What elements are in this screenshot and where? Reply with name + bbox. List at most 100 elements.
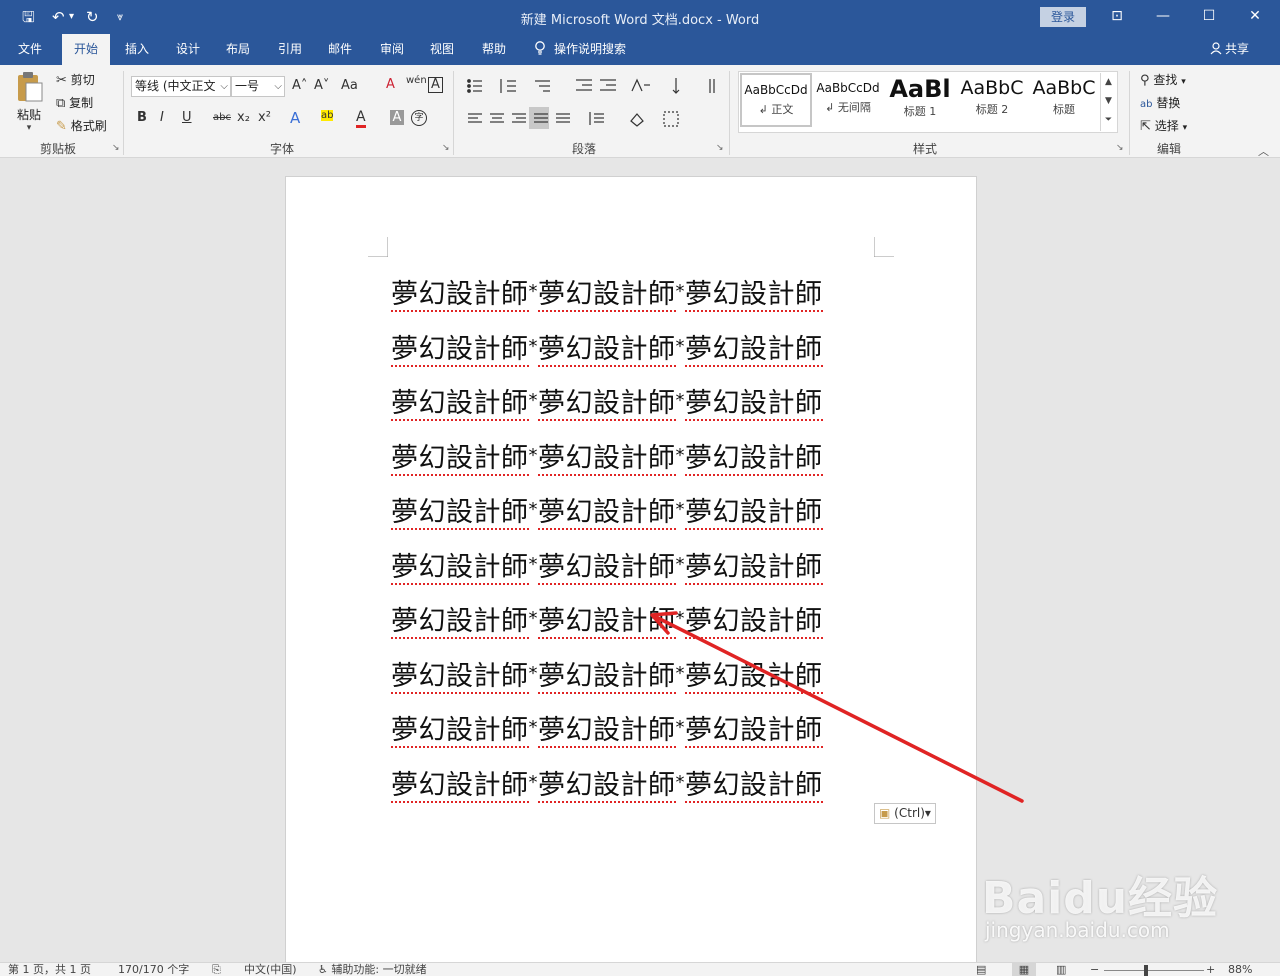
tab-references[interactable]: 引用 xyxy=(268,34,312,65)
select-button[interactable]: ⇱ 选择 ▾ xyxy=(1140,117,1187,134)
enclose-characters-icon[interactable]: 字 xyxy=(411,110,427,126)
close-icon[interactable]: ✕ xyxy=(1240,5,1270,27)
paragraph-controls[interactable] xyxy=(462,75,722,135)
replace-button[interactable]: ab 替换 xyxy=(1140,94,1180,111)
subscript-icon[interactable]: x₂ xyxy=(237,110,250,125)
ribbon-display-options-icon[interactable]: ⊡ xyxy=(1102,5,1132,27)
style-title[interactable]: AaBbC 标题 xyxy=(1028,73,1100,127)
print-layout-icon[interactable]: ▦ xyxy=(1012,963,1036,976)
clipboard-launcher-icon[interactable]: ↘ xyxy=(112,143,120,153)
tab-review[interactable]: 审阅 xyxy=(370,34,414,65)
styles-launcher-icon[interactable]: ↘ xyxy=(1116,143,1124,153)
cut-label: 剪切 xyxy=(70,73,95,87)
font-launcher-icon[interactable]: ↘ xyxy=(442,143,450,153)
font-size-select[interactable]: 一号 ⌵ xyxy=(231,76,285,97)
tab-mailings[interactable]: 邮件 xyxy=(318,34,362,65)
collapse-ribbon-icon[interactable]: ︿ xyxy=(1258,143,1269,159)
zoom-in-icon[interactable]: + xyxy=(1206,963,1215,976)
misspelled-word: 夢幻設計師 xyxy=(538,333,676,367)
font-group-label: 字体 xyxy=(269,142,294,156)
asterisk-separator: * xyxy=(528,281,538,302)
paragraph-group-label: 段落 xyxy=(571,142,596,156)
tab-layout[interactable]: 布局 xyxy=(216,34,260,65)
change-case-icon[interactable]: Aa xyxy=(341,78,358,93)
language-indicator[interactable]: 中文(中国) xyxy=(244,963,297,976)
phonetic-guide-icon[interactable]: wén xyxy=(406,75,427,86)
shrink-font-icon[interactable]: A˅ xyxy=(314,78,329,93)
font-color-icon[interactable]: A xyxy=(356,109,366,128)
document-line[interactable]: 夢幻設計師*夢幻設計師*夢幻設計師 xyxy=(391,599,823,639)
text-effects-icon[interactable]: A xyxy=(290,109,300,127)
strikethrough-icon[interactable]: abc xyxy=(213,112,231,123)
tab-insert[interactable]: 插入 xyxy=(114,34,160,65)
document-line[interactable]: 夢幻設計師*夢幻設計師*夢幻設計師 xyxy=(391,381,823,421)
replace-icon: ab xyxy=(1140,99,1153,110)
minimize-icon[interactable]: — xyxy=(1148,5,1178,27)
styles-scroll[interactable]: ▲ ▼ ⏷ xyxy=(1100,73,1116,131)
italic-icon[interactable]: I xyxy=(160,110,164,125)
tab-view[interactable]: 视图 xyxy=(420,34,464,65)
document-line[interactable]: 夢幻設計師*夢幻設計師*夢幻設計師 xyxy=(391,545,823,585)
zoom-slider[interactable] xyxy=(1104,970,1204,971)
styles-group-label: 样式 xyxy=(912,142,937,156)
asterisk-separator: * xyxy=(675,499,685,520)
document-line[interactable]: 夢幻設計師*夢幻設計師*夢幻設計師 xyxy=(391,272,823,312)
document-page[interactable]: 夢幻設計師*夢幻設計師*夢幻設計師 夢幻設計師*夢幻設計師*夢幻設計師 夢幻設計師*… xyxy=(285,176,977,976)
tab-home[interactable]: 开始 xyxy=(62,34,110,65)
document-line[interactable]: 夢幻設計師*夢幻設計師*夢幻設計師 xyxy=(391,436,823,476)
misspelled-word: 夢幻設計師 xyxy=(391,606,529,639)
highlight-icon[interactable]: ab xyxy=(321,110,334,121)
document-line[interactable]: 夢幻設計師*夢幻設計師*夢幻設計師 xyxy=(391,327,823,367)
maximize-icon[interactable]: ☐ xyxy=(1194,5,1224,27)
copy-button[interactable]: ⧉ 复制 xyxy=(56,94,93,111)
document-line[interactable]: 夢幻設計師*夢幻設計師*夢幻設計師 xyxy=(391,490,823,530)
style-no-spacing[interactable]: AaBbCcDd ↲ 无间隔 xyxy=(812,73,884,127)
proofing-icon[interactable]: ⎘ xyxy=(212,963,221,976)
accessibility-icon: ♿ xyxy=(318,963,328,976)
font-name-select[interactable]: 等线 (中文正文 ⌵ xyxy=(131,76,231,97)
share-button[interactable]: 共享 xyxy=(1210,34,1249,65)
paste-button[interactable]: 粘贴 ▾ xyxy=(10,71,48,133)
character-border-icon[interactable]: A xyxy=(428,77,443,93)
person-icon xyxy=(1210,42,1222,55)
word-count[interactable]: 170/170 个字 xyxy=(118,963,189,976)
zoom-slider-thumb[interactable] xyxy=(1144,965,1148,976)
accessibility-status[interactable]: ♿ 辅助功能: 一切就绪 xyxy=(318,963,427,976)
document-line[interactable]: 夢幻設計師*夢幻設計師*夢幻設計師 xyxy=(391,763,823,803)
misspelled-word: 夢幻設計師 xyxy=(685,442,823,476)
share-label: 共享 xyxy=(1225,42,1250,56)
paste-options-button[interactable]: ▣ (Ctrl)▾ xyxy=(874,803,936,824)
login-button[interactable]: 登录 xyxy=(1040,7,1086,27)
cut-button[interactable]: ✂ 剪切 xyxy=(56,71,95,88)
document-line[interactable]: 夢幻設計師*夢幻設計師*夢幻設計師 xyxy=(391,708,823,748)
grow-font-icon[interactable]: A˄ xyxy=(292,78,307,93)
editing-group-label: 编辑 xyxy=(1156,142,1181,156)
asterisk-separator: * xyxy=(528,499,538,520)
style-normal[interactable]: AaBbCcDd ↲ 正文 xyxy=(740,73,812,127)
web-layout-icon[interactable]: ▥ xyxy=(1056,963,1066,976)
underline-icon[interactable]: U xyxy=(182,110,192,125)
format-painter-button[interactable]: ✎ 格式刷 xyxy=(56,117,107,134)
page-count[interactable]: 第 1 页，共 1 页 xyxy=(8,963,91,976)
copy-label: 复制 xyxy=(69,96,94,110)
tab-design[interactable]: 设计 xyxy=(166,34,210,65)
paragraph-launcher-icon[interactable]: ↘ xyxy=(716,143,724,153)
zoom-out-icon[interactable]: − xyxy=(1090,963,1099,976)
find-button[interactable]: ⚲ 查找 ▾ xyxy=(1140,71,1186,88)
tab-help[interactable]: 帮助 xyxy=(472,34,516,65)
misspelled-word: 夢幻設計師 xyxy=(685,497,823,530)
tell-me-label: 操作说明搜索 xyxy=(554,42,627,56)
superscript-icon[interactable]: x² xyxy=(258,110,271,125)
document-line[interactable]: 夢幻設計師*夢幻設計師*夢幻設計師 xyxy=(391,654,823,694)
read-mode-icon[interactable]: ▤ xyxy=(976,963,986,976)
style-heading-1[interactable]: AaBl 标题 1 xyxy=(884,73,956,127)
format-painter-label: 格式刷 xyxy=(70,119,107,133)
tell-me-search[interactable]: 操作说明搜索 xyxy=(534,34,626,65)
zoom-level[interactable]: 88% xyxy=(1228,963,1252,976)
bold-icon[interactable]: B xyxy=(137,110,147,125)
style-heading-2[interactable]: AaBbC 标题 2 xyxy=(956,73,1028,127)
misspelled-word: 夢幻設計師 xyxy=(538,606,676,639)
tab-file[interactable]: 文件 xyxy=(6,34,54,65)
clear-formatting-icon[interactable]: A xyxy=(386,77,395,92)
character-shading-icon[interactable]: A xyxy=(390,110,404,125)
